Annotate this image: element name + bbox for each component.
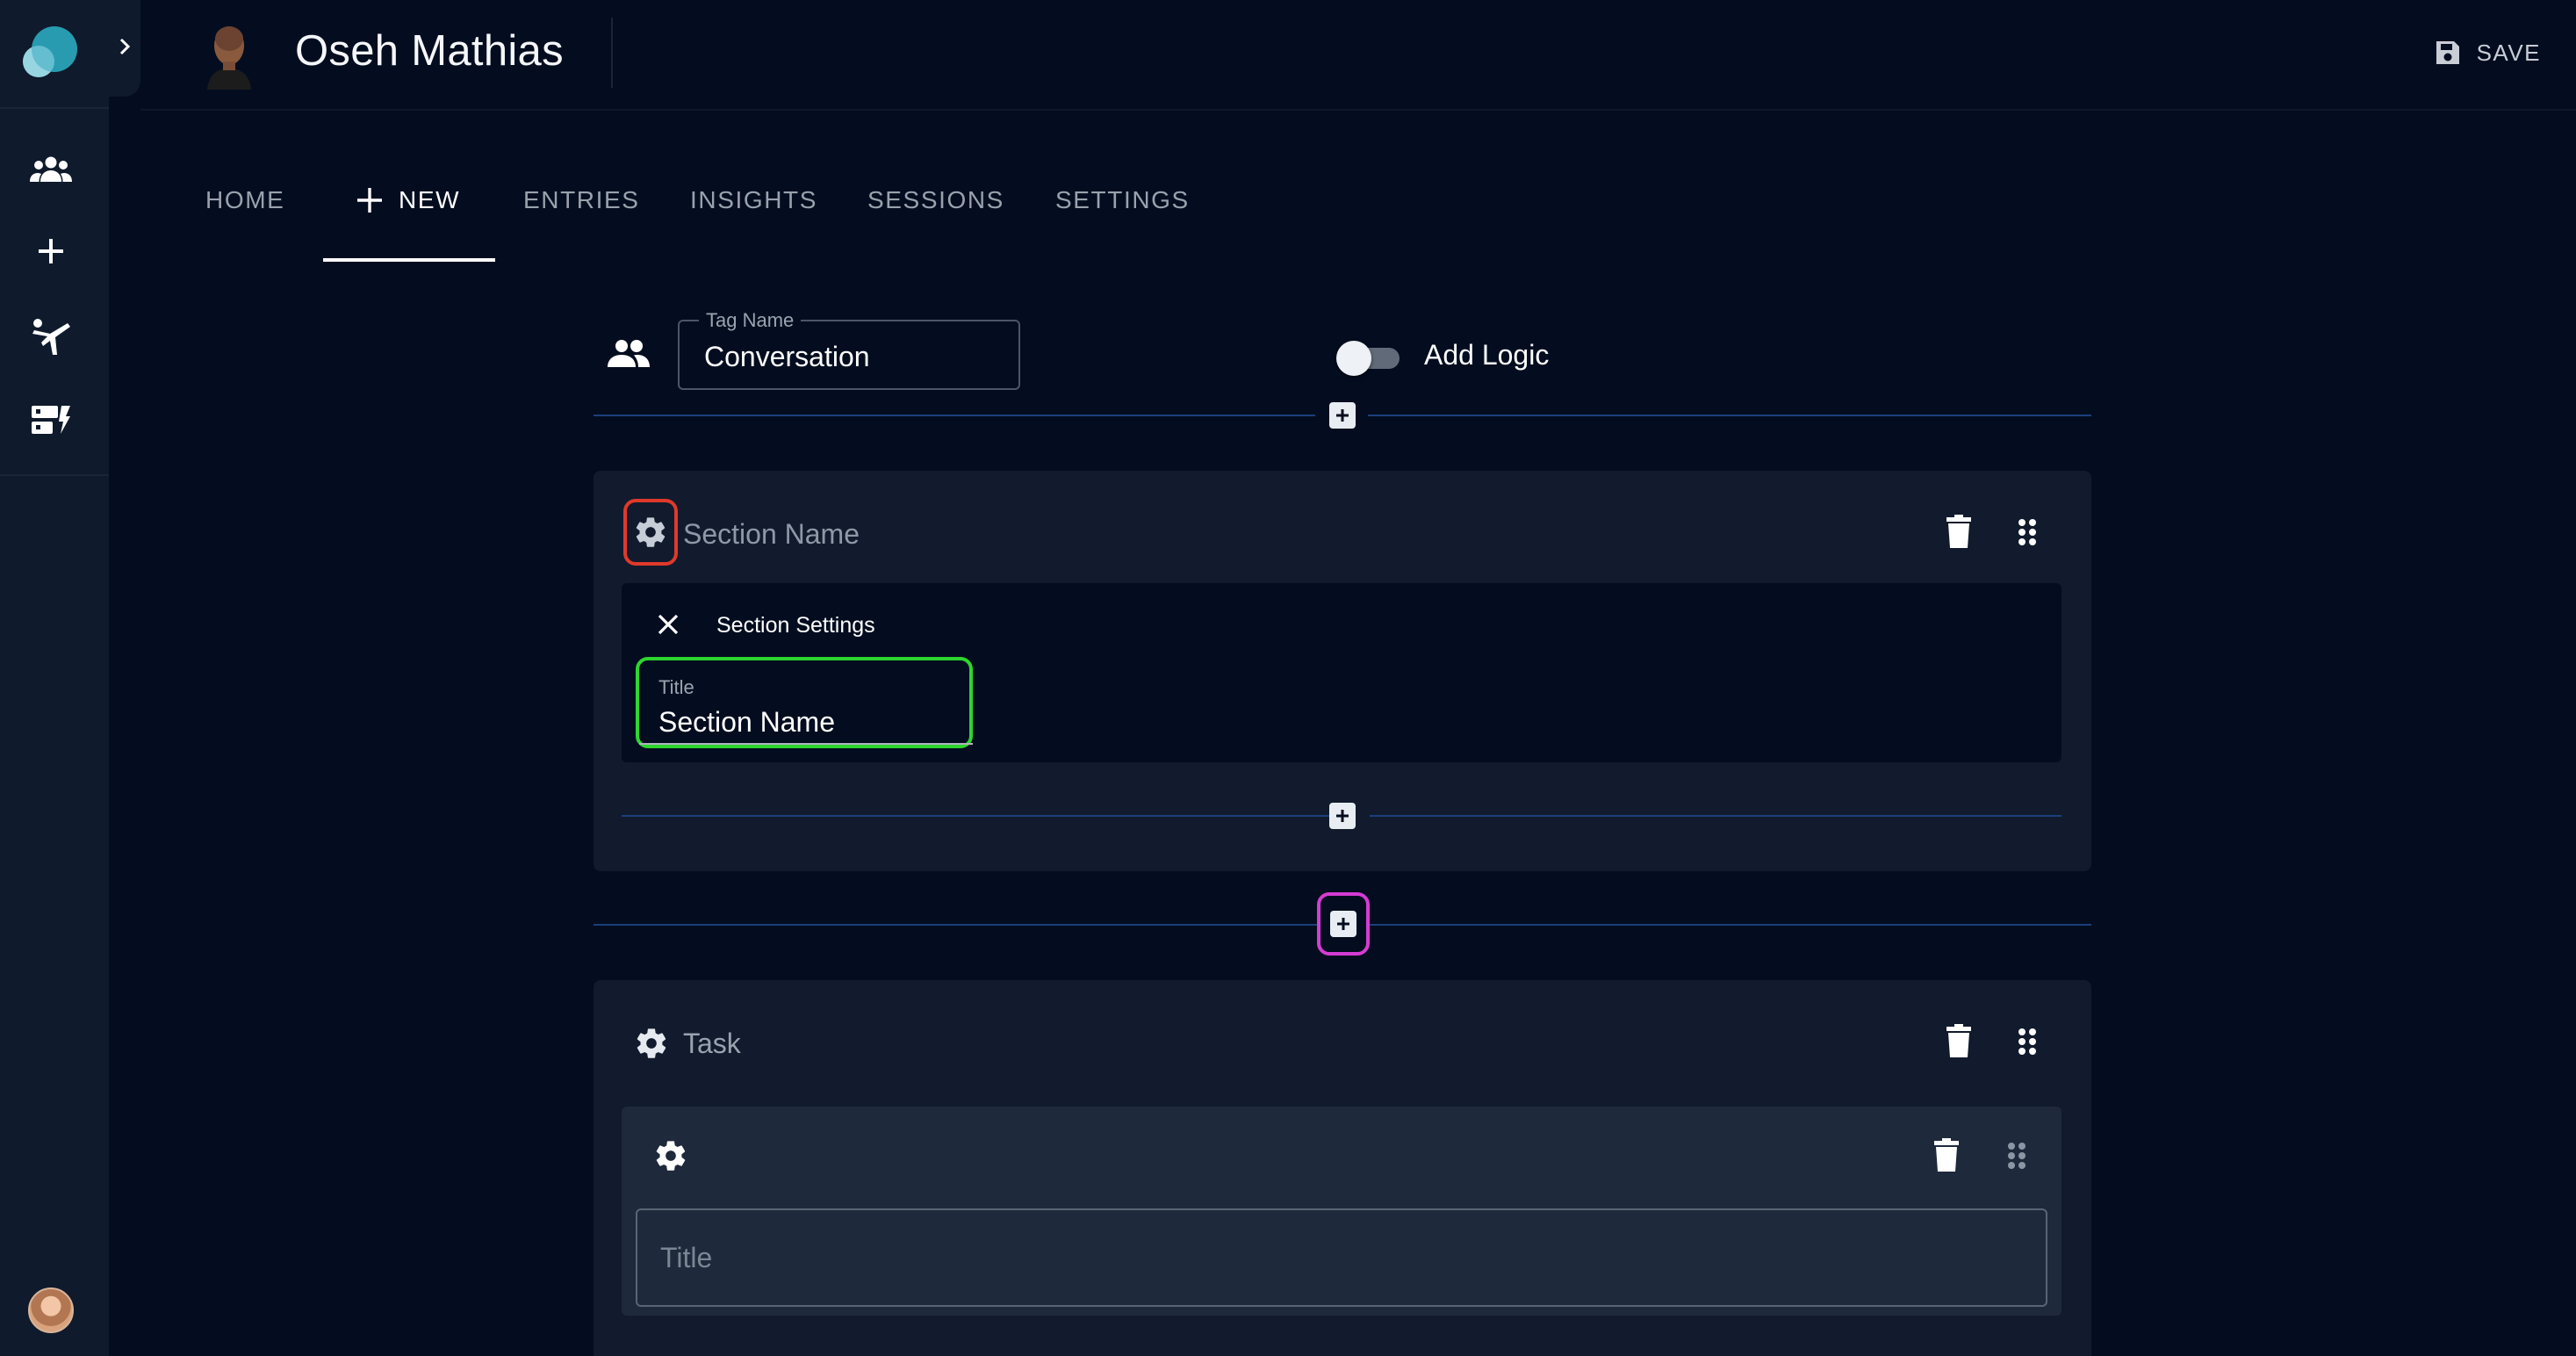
add-section-middle-button[interactable] bbox=[1317, 892, 1370, 956]
sidebar-divider bbox=[0, 474, 109, 476]
sidebar-expand-button[interactable] bbox=[109, 0, 140, 97]
tab-entries[interactable]: ENTRIES bbox=[523, 186, 640, 214]
current-user-avatar[interactable] bbox=[28, 1287, 74, 1333]
plus-icon[interactable] bbox=[26, 227, 76, 276]
top-header: Oseh Mathias SAVE bbox=[140, 0, 2576, 111]
chevron-right-icon bbox=[119, 38, 131, 55]
delete-task-section-button[interactable] bbox=[1946, 1024, 1972, 1057]
section-title-field[interactable]: Title Section Name bbox=[636, 657, 973, 748]
trash-icon bbox=[1934, 1138, 1959, 1172]
task-settings-button[interactable] bbox=[634, 1026, 669, 1061]
trash-icon bbox=[1946, 1024, 1971, 1057]
trash-icon bbox=[1946, 515, 1971, 548]
dashboard-flash-icon[interactable] bbox=[26, 395, 76, 444]
tab-sessions[interactable]: SESSIONS bbox=[867, 186, 1004, 214]
plus-box-icon bbox=[1336, 810, 1349, 822]
section-name-placeholder[interactable]: Section Name bbox=[683, 518, 860, 551]
martial-arts-icon[interactable] bbox=[26, 311, 76, 360]
add-logic-toggle[interactable] bbox=[1336, 341, 1405, 376]
tab-settings[interactable]: SETTINGS bbox=[1055, 186, 1190, 214]
divider-line bbox=[622, 815, 1329, 817]
save-button[interactable]: SAVE bbox=[2435, 35, 2541, 70]
task-section-card: Task Title bbox=[594, 980, 2091, 1356]
section-settings-title: Section Settings bbox=[716, 613, 875, 638]
section-settings-button[interactable] bbox=[623, 499, 678, 566]
section-card: Section Name Section Settings Title Sect… bbox=[594, 471, 2091, 871]
plus-box-icon bbox=[1336, 409, 1349, 422]
delete-section-button[interactable] bbox=[1946, 515, 1972, 548]
tag-name-field[interactable]: Tag Name Conversation bbox=[678, 309, 1020, 390]
divider-line bbox=[1368, 415, 2091, 416]
user-avatar bbox=[204, 18, 255, 90]
user-name: Oseh Mathias bbox=[295, 27, 564, 75]
plus-icon bbox=[357, 188, 382, 213]
field-settings-button[interactable] bbox=[653, 1138, 688, 1173]
task-section-name[interactable]: Task bbox=[683, 1028, 741, 1060]
divider-line bbox=[594, 415, 1315, 416]
sidebar-header bbox=[0, 0, 109, 109]
add-section-top-button[interactable] bbox=[1329, 402, 1356, 429]
tab-insights[interactable]: INSIGHTS bbox=[690, 186, 817, 214]
add-field-button[interactable] bbox=[1329, 803, 1356, 829]
gear-icon bbox=[656, 1141, 686, 1171]
tag-name-label: Tag Name bbox=[699, 309, 802, 332]
gear-icon bbox=[636, 517, 666, 547]
drag-handle-icon[interactable] bbox=[2007, 1142, 2026, 1170]
task-field-card: Title bbox=[622, 1107, 2062, 1316]
app-logo[interactable] bbox=[19, 25, 81, 81]
drag-handle-icon[interactable] bbox=[2018, 518, 2037, 546]
group-icon[interactable] bbox=[26, 144, 76, 193]
drag-handle-icon[interactable] bbox=[2018, 1028, 2037, 1056]
toggle-thumb bbox=[1336, 341, 1371, 376]
divider-line bbox=[594, 924, 1317, 926]
close-icon bbox=[658, 614, 679, 635]
divider-line bbox=[1370, 815, 2062, 817]
section-settings-panel: Section Settings Title Section Name bbox=[622, 583, 2062, 762]
save-label: SAVE bbox=[2476, 39, 2541, 66]
gear-icon bbox=[637, 1028, 666, 1058]
divider-line bbox=[1370, 924, 2091, 926]
field-underline bbox=[639, 743, 973, 745]
sidebar bbox=[0, 0, 109, 1356]
tab-home[interactable]: HOME bbox=[205, 186, 284, 214]
floppy-disk-icon bbox=[2436, 41, 2459, 64]
active-tab-indicator bbox=[323, 258, 495, 262]
close-settings-button[interactable] bbox=[657, 613, 680, 636]
task-title-input[interactable]: Title bbox=[636, 1208, 2047, 1307]
tag-name-value: Conversation bbox=[704, 341, 870, 372]
add-logic-label: Add Logic bbox=[1424, 339, 1550, 371]
header-separator bbox=[611, 18, 613, 88]
tab-new-label: NEW bbox=[399, 186, 461, 213]
delete-field-button[interactable] bbox=[1933, 1138, 1960, 1172]
section-title-label: Title bbox=[658, 676, 694, 698]
tab-new[interactable]: NEW bbox=[356, 186, 460, 214]
section-title-value: Section Name bbox=[658, 706, 835, 738]
people-icon bbox=[608, 339, 650, 367]
task-title-placeholder: Title bbox=[660, 1242, 713, 1273]
plus-box-icon bbox=[1330, 911, 1356, 937]
